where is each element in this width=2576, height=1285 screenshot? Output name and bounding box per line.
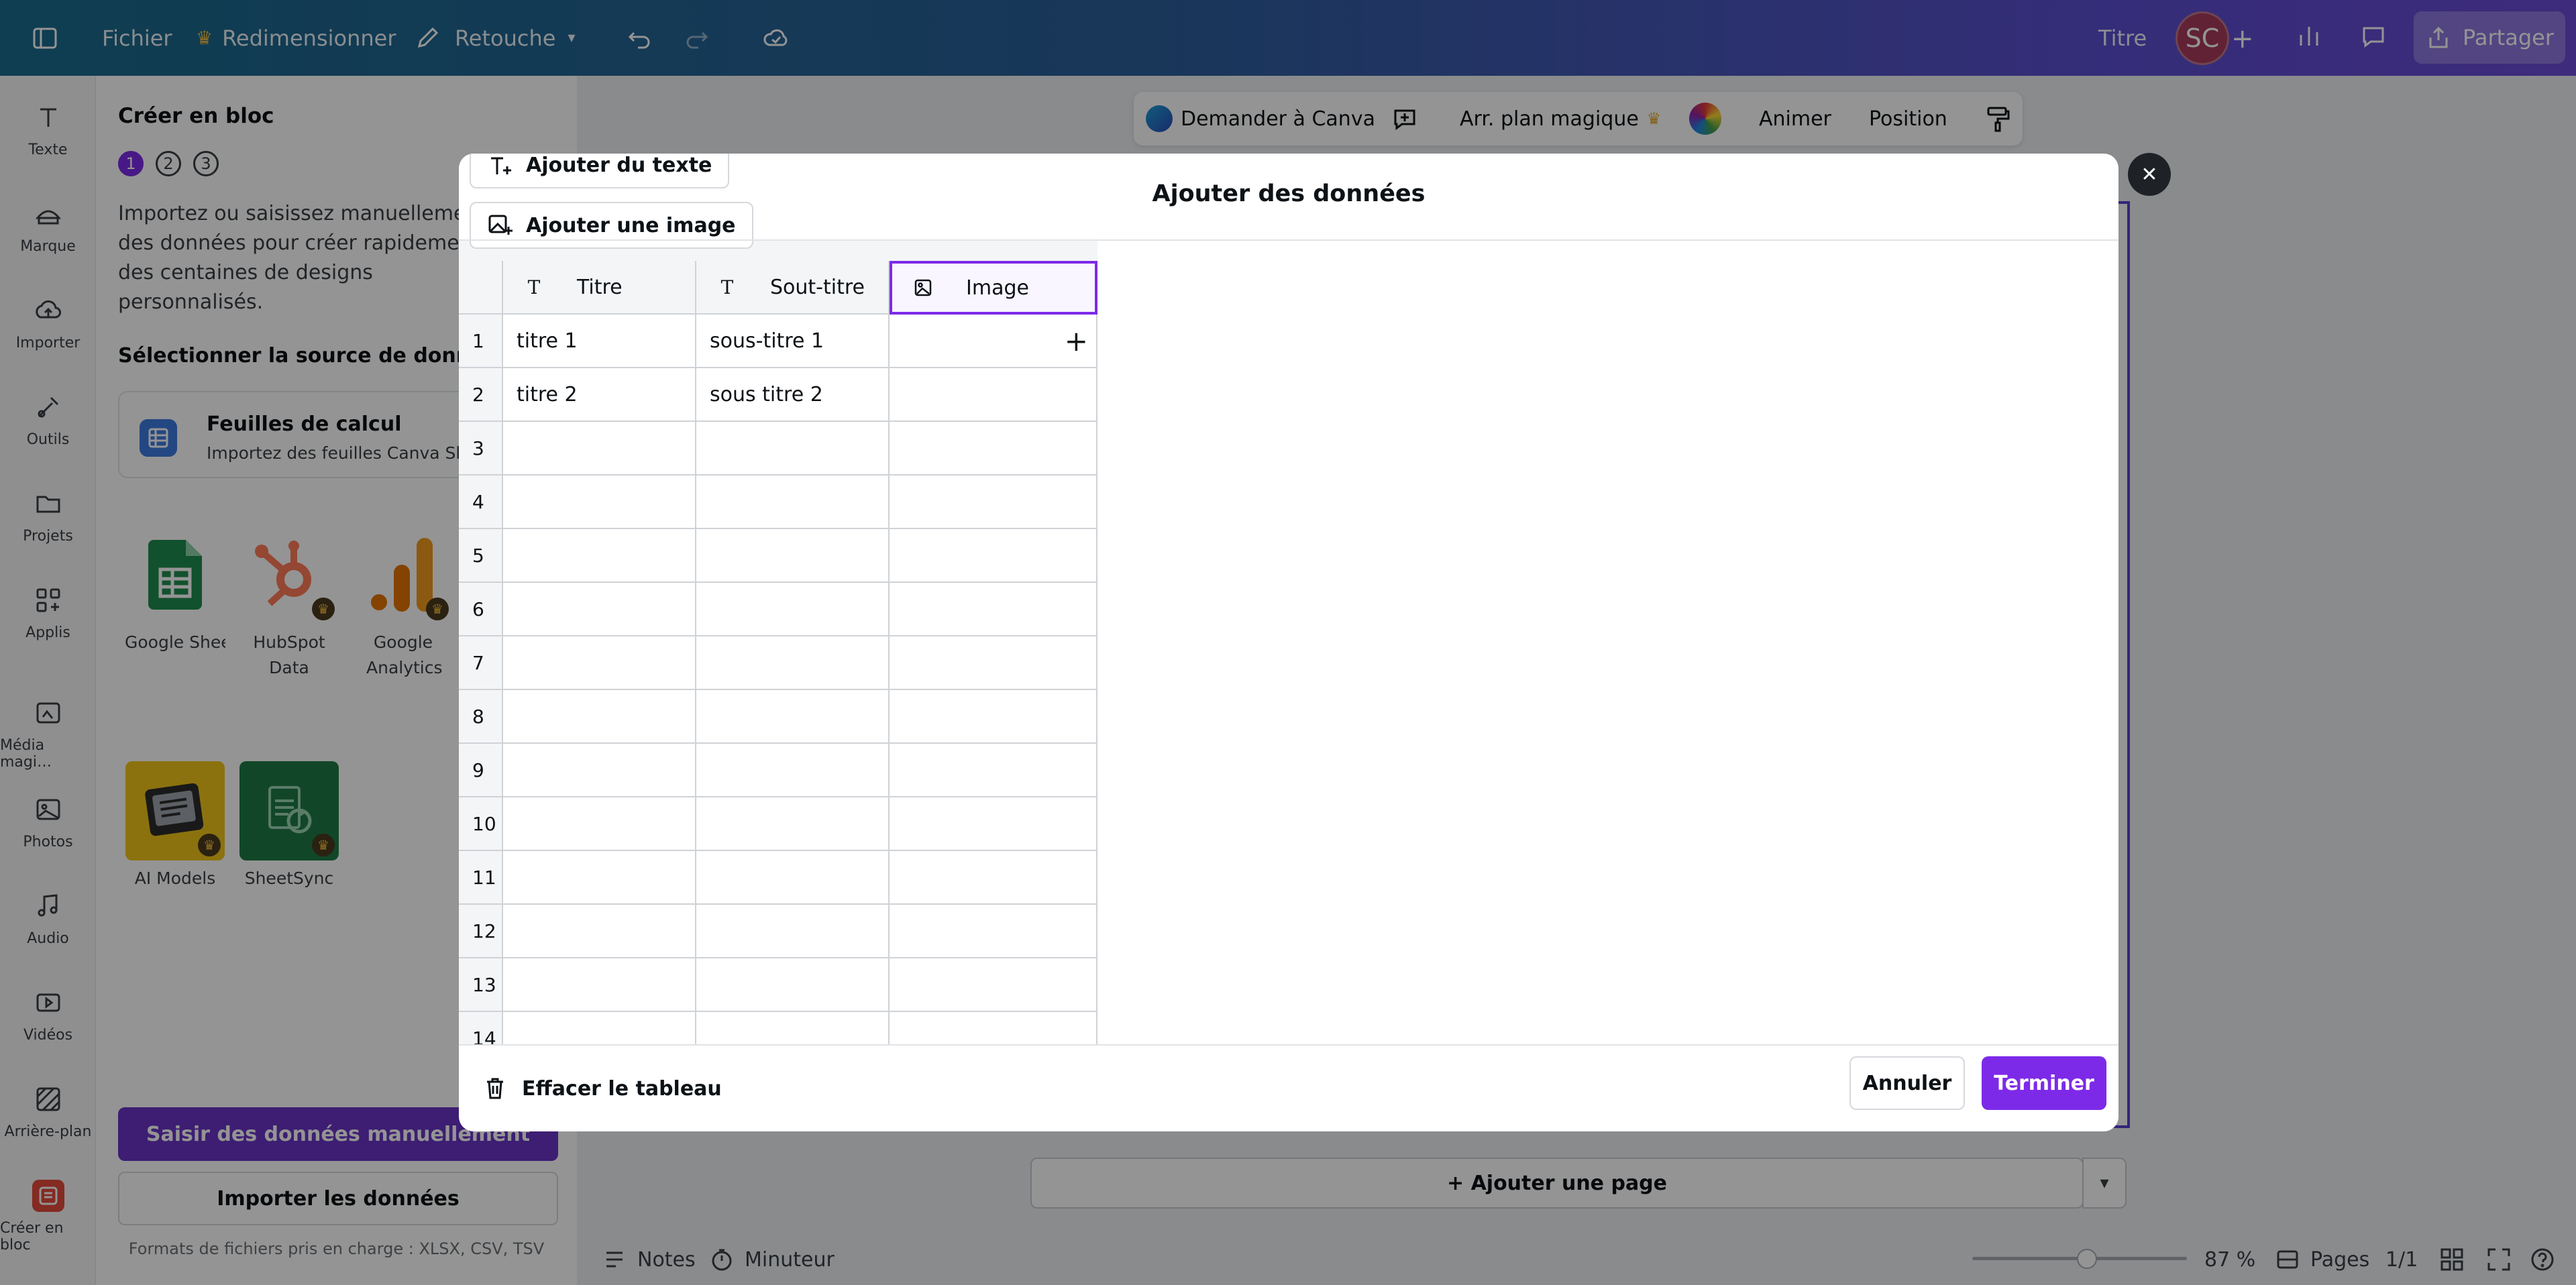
table-cell[interactable] xyxy=(503,797,696,851)
clear-table-button[interactable]: Effacer le tableau xyxy=(482,1065,722,1112)
close-dialog-button[interactable]: ✕ xyxy=(2128,153,2171,196)
table-cell[interactable] xyxy=(890,529,1097,583)
table-cell[interactable] xyxy=(890,583,1097,636)
table-cell[interactable] xyxy=(696,529,890,583)
add-text-button[interactable]: Ajouter du texte xyxy=(470,154,730,188)
close-icon: ✕ xyxy=(2141,162,2158,186)
row-number: 2 xyxy=(459,368,503,422)
table-cell[interactable] xyxy=(503,905,696,958)
cancel-button[interactable]: Annuler xyxy=(1849,1056,1965,1110)
table-cell[interactable] xyxy=(696,583,890,636)
column-label: Titre xyxy=(577,275,623,299)
row-number: 9 xyxy=(459,744,503,797)
row-number: 11 xyxy=(459,851,503,905)
add-image-label: Ajouter une image xyxy=(526,213,736,237)
table-cell[interactable] xyxy=(696,958,890,1012)
row-number: 7 xyxy=(459,636,503,690)
table-cell[interactable] xyxy=(696,690,890,744)
table-cell[interactable]: sous titre 2 xyxy=(696,368,890,422)
table-cell[interactable]: titre 2 xyxy=(503,368,696,422)
table-cell[interactable] xyxy=(696,851,890,905)
table-cell[interactable] xyxy=(696,905,890,958)
table-cell[interactable] xyxy=(503,744,696,797)
table-cell[interactable] xyxy=(696,636,890,690)
column-header-subtitle[interactable]: T Sout-titre xyxy=(696,261,890,315)
row-number: 4 xyxy=(459,476,503,529)
table-cell[interactable] xyxy=(890,476,1097,529)
table-cell[interactable] xyxy=(503,851,696,905)
table-cell[interactable] xyxy=(503,690,696,744)
table-cell[interactable] xyxy=(696,422,890,476)
table-cell[interactable] xyxy=(503,958,696,1012)
table-cell[interactable] xyxy=(503,1012,696,1044)
column-label: Sout-titre xyxy=(770,275,865,299)
trash-icon xyxy=(487,1078,503,1099)
table-cell[interactable] xyxy=(696,1012,890,1044)
row-number: 3 xyxy=(459,422,503,476)
row-number: 14 xyxy=(459,1012,503,1044)
table-cell[interactable] xyxy=(696,797,890,851)
column-header-title[interactable]: T Titre xyxy=(503,261,696,315)
table-cell[interactable]: sous-titre 1 xyxy=(696,315,890,368)
table-cell[interactable] xyxy=(890,905,1097,958)
footer-divider xyxy=(459,1044,2118,1046)
row-number: 12 xyxy=(459,905,503,958)
clear-table-label: Effacer le tableau xyxy=(522,1076,722,1101)
table-cell[interactable] xyxy=(696,744,890,797)
table-cell[interactable] xyxy=(890,1012,1097,1044)
row-number: 1 xyxy=(459,315,503,368)
table-cell[interactable]: titre 1 xyxy=(503,315,696,368)
image-type-icon xyxy=(910,274,936,301)
row-number: 10 xyxy=(459,797,503,851)
add-image-icon xyxy=(488,215,513,235)
row-number: 8 xyxy=(459,690,503,744)
add-image-cell[interactable]: + xyxy=(890,315,1097,368)
table-cell[interactable] xyxy=(890,744,1097,797)
table-corner xyxy=(459,261,503,315)
text-type-icon: T xyxy=(720,276,734,298)
table-cell[interactable] xyxy=(890,797,1097,851)
data-table: T Titre T Sout-titre Image 1 titre 1 sous-… xyxy=(459,241,1097,1044)
table-cell[interactable] xyxy=(503,422,696,476)
row-number: 5 xyxy=(459,529,503,583)
add-text-label: Ajouter du texte xyxy=(526,154,712,177)
add-data-dialog: Ajouter des données T Titre T Sout-titre… xyxy=(459,154,2118,1131)
table-cell[interactable] xyxy=(503,529,696,583)
table-cell[interactable] xyxy=(503,476,696,529)
table-cell[interactable] xyxy=(890,958,1097,1012)
table-cell[interactable] xyxy=(503,636,696,690)
column-label: Image xyxy=(966,276,1029,300)
table-cell[interactable] xyxy=(890,636,1097,690)
add-text-icon xyxy=(491,157,511,174)
text-type-icon: T xyxy=(527,276,541,298)
header-divider xyxy=(459,239,2118,241)
finish-button[interactable]: Terminer xyxy=(1982,1056,2106,1110)
add-image-button[interactable]: Ajouter une image xyxy=(470,202,753,249)
table-cell[interactable] xyxy=(696,476,890,529)
row-number: 6 xyxy=(459,583,503,636)
table-cell[interactable] xyxy=(890,851,1097,905)
table-cell[interactable] xyxy=(890,690,1097,744)
column-header-image[interactable]: Image xyxy=(890,261,1097,315)
table-cell[interactable] xyxy=(503,583,696,636)
table-cell[interactable] xyxy=(890,368,1097,422)
table-cell[interactable] xyxy=(890,422,1097,476)
row-number: 13 xyxy=(459,958,503,1012)
